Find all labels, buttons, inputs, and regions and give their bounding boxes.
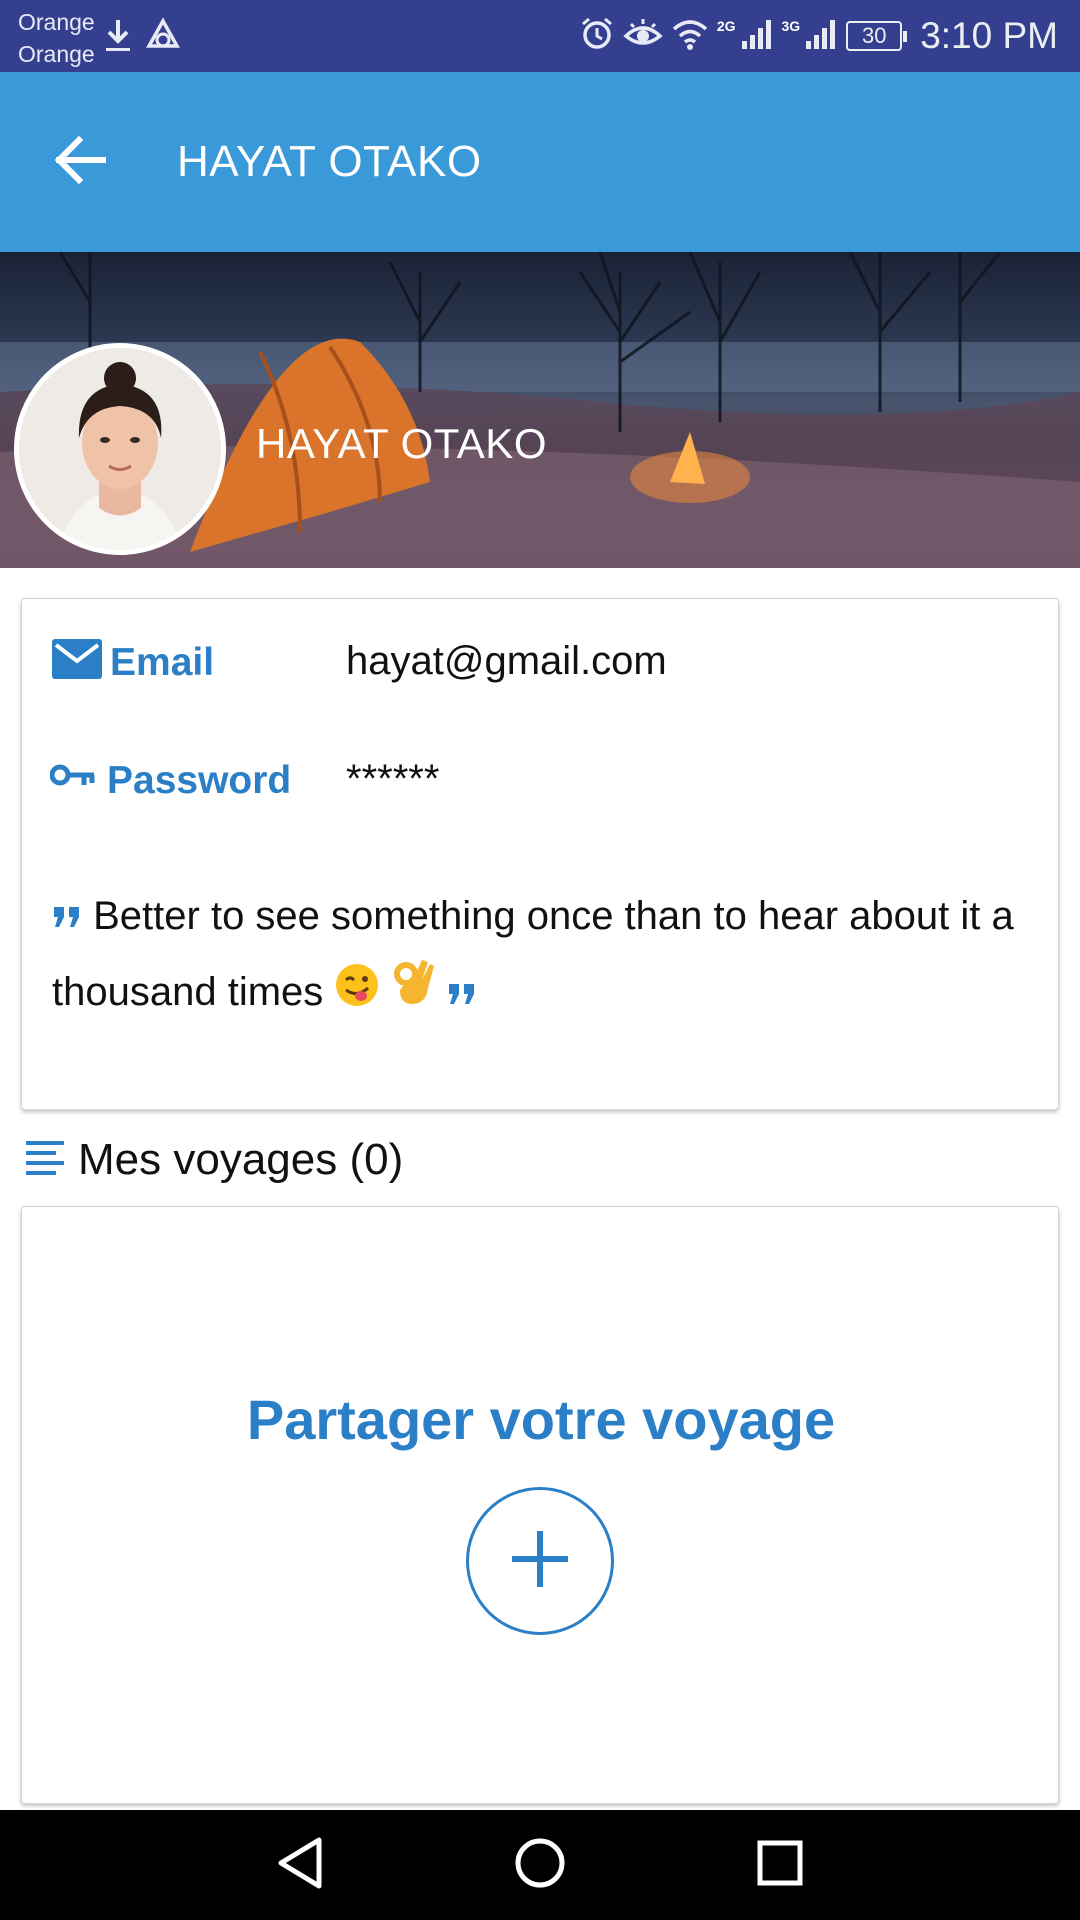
voyages-card: Partager votre voyage <box>21 1206 1059 1804</box>
arrow-back-icon <box>53 135 107 190</box>
download-icon <box>100 16 136 61</box>
nav-home-button[interactable] <box>500 1830 580 1900</box>
ok-hand-emoji <box>392 958 436 1032</box>
quote-open-icon <box>52 881 82 955</box>
quote-close-icon <box>447 958 477 1032</box>
sync-icon <box>144 16 182 61</box>
email-value: hayat@gmail.com <box>346 639 667 683</box>
password-label: Password <box>107 759 292 802</box>
add-voyage-button[interactable] <box>466 1487 614 1635</box>
email-label: Email <box>110 641 215 684</box>
navigation-bar <box>0 1810 1080 1920</box>
avatar-photo <box>19 348 221 550</box>
profile-name: HAYAT OTAKO <box>256 420 547 467</box>
home-circle-icon <box>513 1836 567 1895</box>
network-type-2: 3G <box>781 18 801 34</box>
wifi-icon <box>671 17 709 56</box>
network-type-1: 2G <box>716 18 736 34</box>
voyages-header: Mes voyages (0) <box>26 1128 403 1192</box>
status-right: 2G 3G 30 3:10 PM <box>579 0 1058 72</box>
back-button[interactable] <box>44 126 116 198</box>
voyages-title: Mes voyages (0) <box>78 1135 404 1184</box>
profile-info-card: Email hayat@gmail.com Password ****** Be… <box>21 598 1059 1110</box>
recents-square-icon <box>755 1838 805 1893</box>
carrier-2: Orange <box>18 41 95 67</box>
nav-back-button[interactable] <box>260 1830 340 1900</box>
alarm-icon <box>579 16 615 57</box>
password-value: ****** <box>346 757 440 801</box>
back-triangle-icon <box>275 1836 325 1895</box>
nav-recents-button[interactable] <box>740 1830 820 1900</box>
plus-icon <box>508 1527 572 1596</box>
carrier-labels: Orange Orange <box>18 6 95 70</box>
eye-icon <box>623 16 663 57</box>
app-bar: HAYAT OTAKO <box>0 72 1080 252</box>
profile-quote: Better to see something once than to hea… <box>52 879 1032 1032</box>
winking-tongue-emoji <box>334 958 380 1032</box>
quote-text: Better to see something once than to hea… <box>52 894 1014 1015</box>
avatar[interactable] <box>14 343 226 555</box>
email-icon <box>52 639 102 684</box>
status-time: 3:10 PM <box>920 15 1058 56</box>
carrier-1: Orange <box>18 9 95 35</box>
list-icon <box>26 1139 64 1182</box>
signal-icon <box>740 17 774 56</box>
page-title: HAYAT OTAKO <box>177 137 482 186</box>
status-bar: Orange Orange 2G 3G 30 3:10 PM <box>0 0 1080 72</box>
share-voyage-title: Partager votre voyage <box>246 1388 836 1451</box>
signal-icon-2 <box>804 17 838 56</box>
key-icon <box>49 761 96 796</box>
battery-icon: 30 <box>846 21 908 51</box>
